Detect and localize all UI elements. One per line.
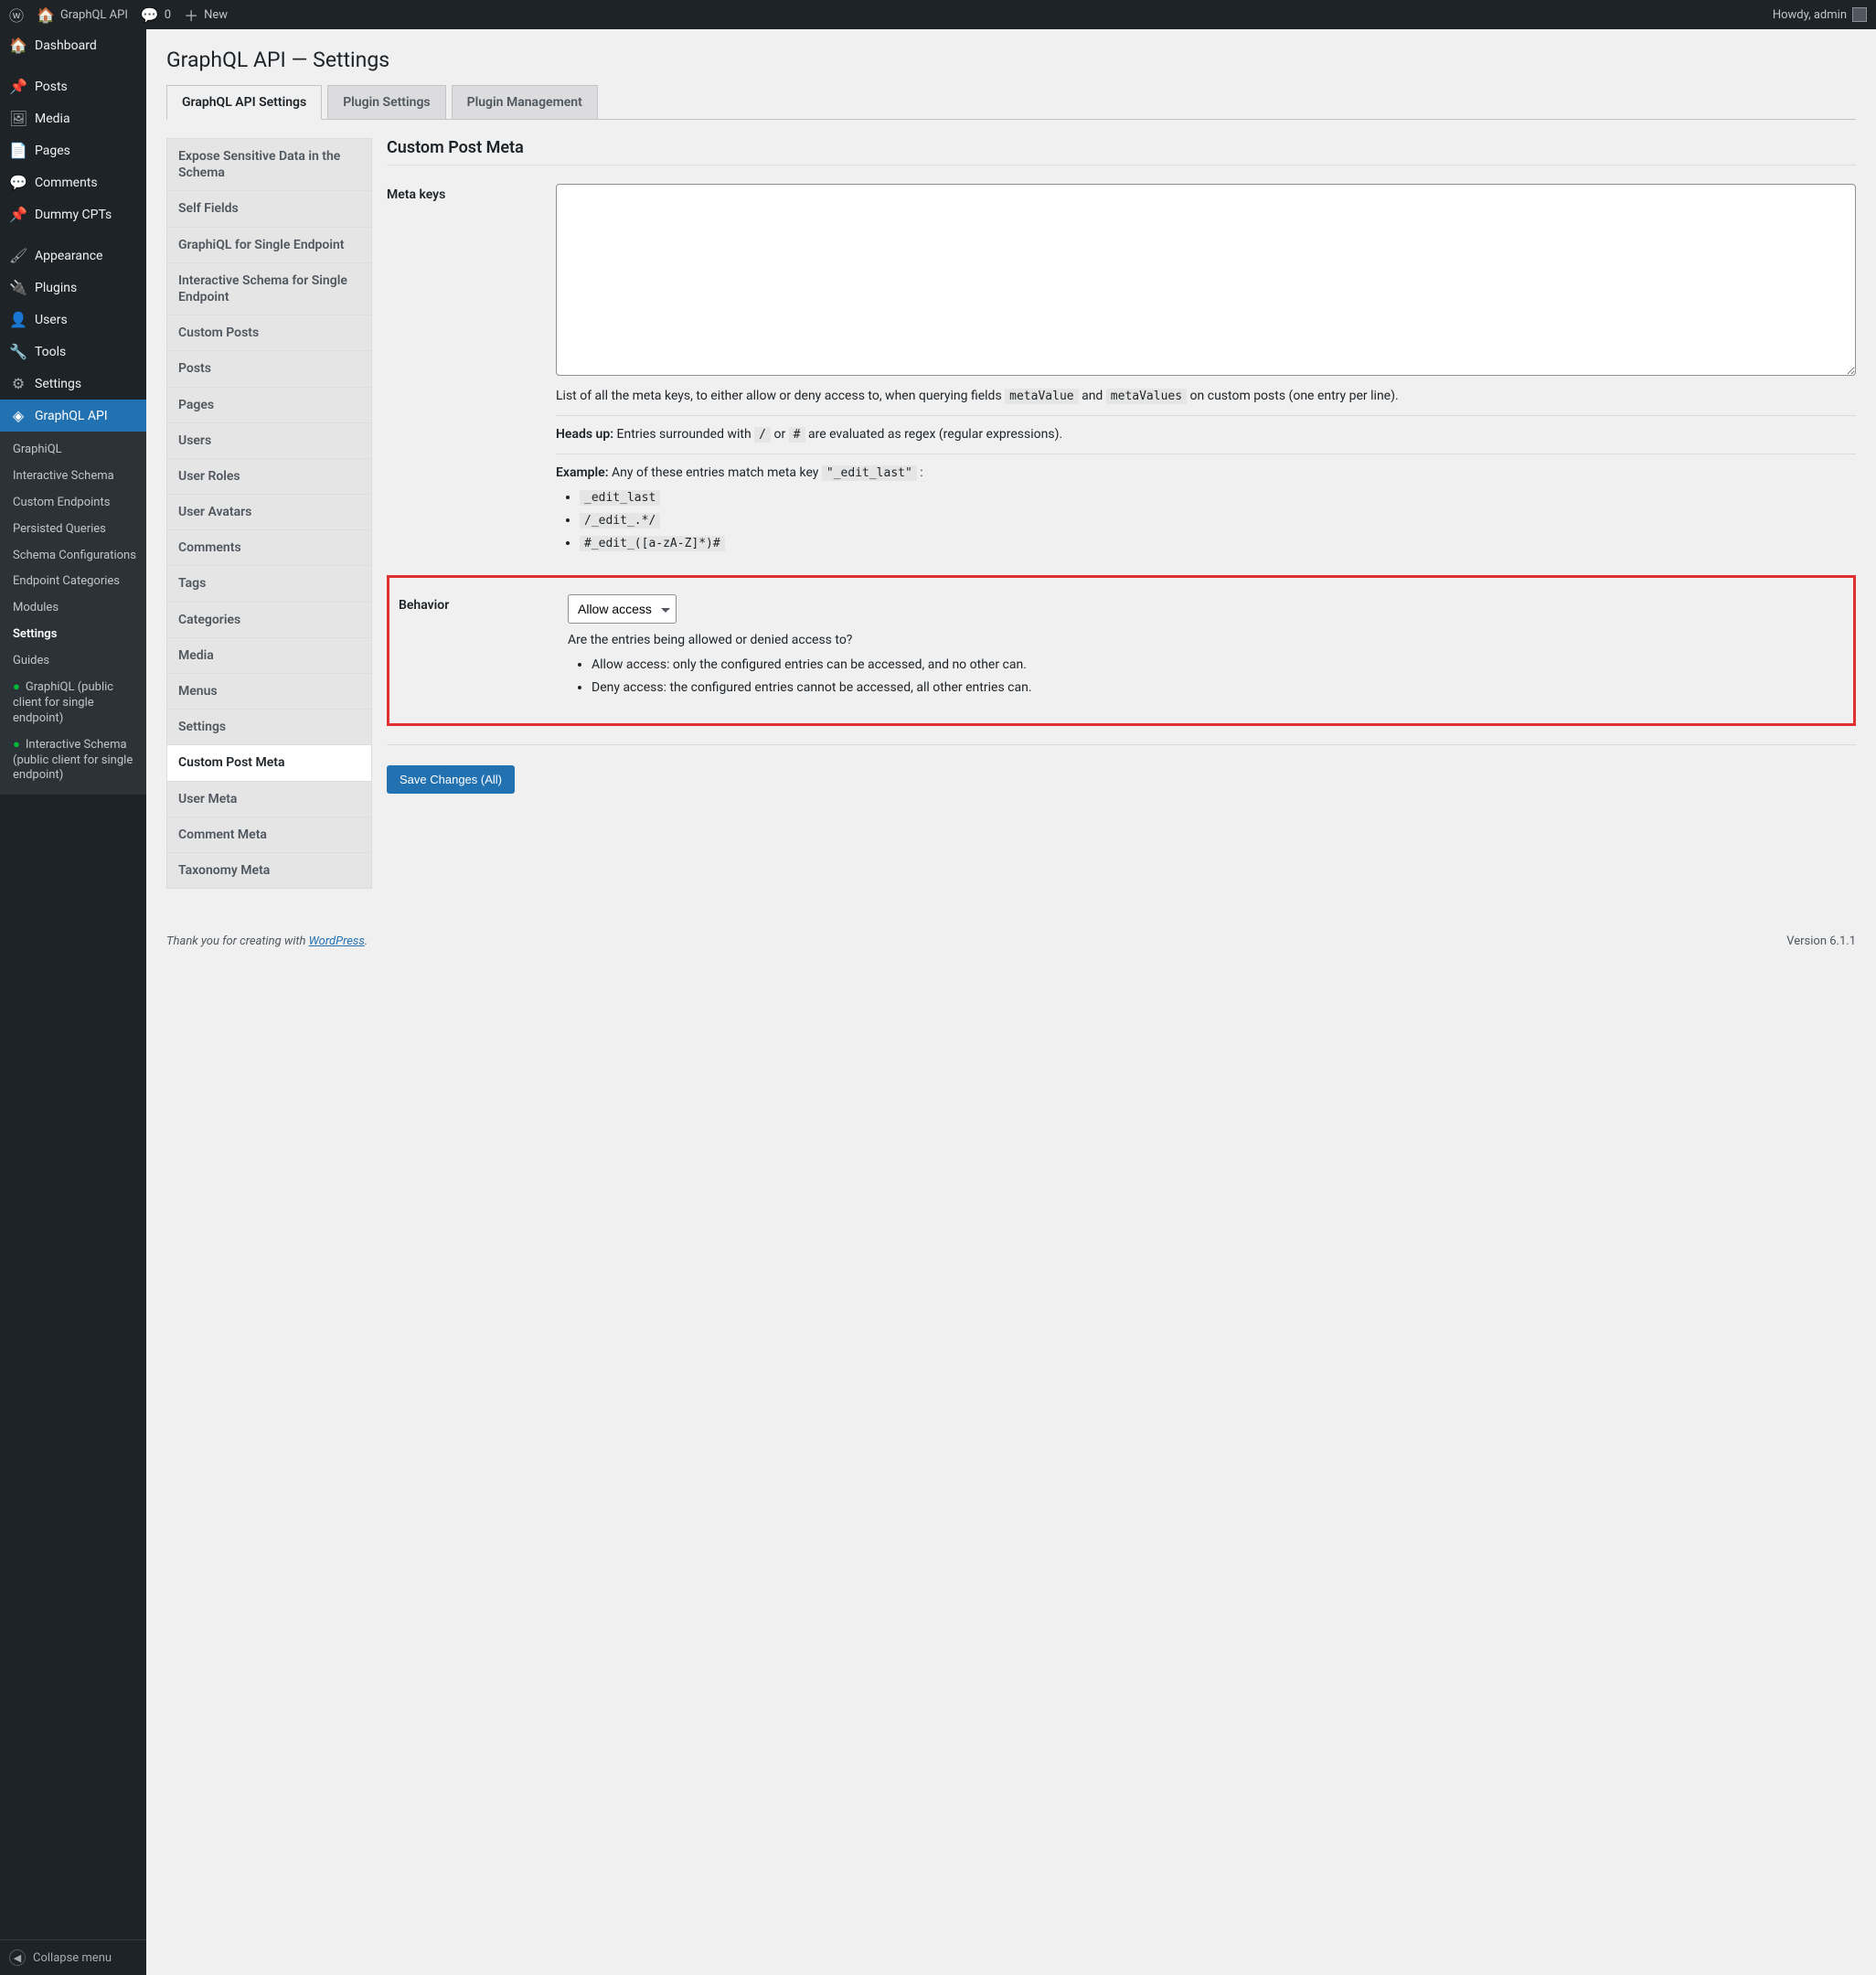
site-home-link[interactable]: 🏠GraphQL API — [37, 6, 128, 24]
sub-guides[interactable]: Guides — [0, 648, 146, 675]
sidebar-item-appearance[interactable]: 🖌Appearance — [0, 240, 146, 272]
howdy-user[interactable]: Howdy, admin — [1773, 7, 1867, 22]
comment-count: 0 — [165, 8, 171, 22]
sidebar-item-dummy-cpts[interactable]: 📌Dummy CPTs — [0, 198, 146, 230]
meta-keys-description: List of all the meta keys, to either all… — [556, 387, 1856, 553]
site-title: GraphQL API — [60, 8, 128, 22]
vtab-interactive-single[interactable]: Interactive Schema for Single Endpoint — [167, 263, 371, 315]
graphql-icon: ◈ — [9, 407, 27, 424]
wordpress-link[interactable]: WordPress — [309, 934, 365, 948]
vtab-user-avatars[interactable]: User Avatars — [167, 495, 371, 530]
behavior-label: Behavior — [399, 594, 568, 701]
sidebar-item-plugins[interactable]: 🔌Plugins — [0, 272, 146, 304]
sub-graphiql-public[interactable]: GraphiQL (public client for single endpo… — [0, 675, 146, 732]
pages-icon: 📄 — [9, 142, 27, 159]
sub-graphiql[interactable]: GraphiQL — [0, 437, 146, 464]
footer-version: Version 6.1.1 — [1786, 934, 1856, 948]
tab-plugin-management[interactable]: Plugin Management — [452, 85, 598, 120]
behavior-bullet-2: Deny access: the configured entries cann… — [592, 678, 1844, 698]
vtab-media[interactable]: Media — [167, 638, 371, 674]
behavior-select[interactable]: Allow access — [568, 594, 677, 624]
collapse-icon: ◀ — [9, 1949, 26, 1966]
meta-keys-label: Meta keys — [387, 184, 556, 557]
sidebar-item-media[interactable]: 🖼Media — [0, 102, 146, 134]
wp-logo-icon[interactable]: ⓦ — [9, 4, 24, 26]
sub-interactive-schema[interactable]: Interactive Schema — [0, 464, 146, 490]
example-item-3: #_edit_([a-zA-Z]*)# — [580, 536, 725, 551]
avatar — [1852, 7, 1867, 22]
vtab-tags[interactable]: Tags — [167, 566, 371, 602]
vtab-graphiql-single[interactable]: GraphiQL for Single Endpoint — [167, 228, 371, 263]
vtab-custom-post-meta[interactable]: Custom Post Meta — [167, 745, 371, 781]
sub-settings[interactable]: Settings — [0, 622, 146, 648]
sidebar-item-users[interactable]: 👤Users — [0, 304, 146, 336]
settings-vertical-tabs: Expose Sensitive Data in the Schema Self… — [166, 138, 372, 889]
dashboard-icon: 🏠 — [9, 37, 27, 54]
new-content-link[interactable]: ＋New — [184, 4, 228, 26]
behavior-description: Are the entries being allowed or denied … — [568, 631, 1844, 698]
footer-thanks: Thank you for creating with WordPress. — [166, 934, 368, 948]
media-icon: 🖼 — [9, 110, 27, 127]
sidebar-item-dashboard[interactable]: 🏠Dashboard — [0, 29, 146, 61]
vtab-menus[interactable]: Menus — [167, 674, 371, 710]
example-item-1: _edit_last — [580, 490, 660, 506]
vtab-expose-sensitive[interactable]: Expose Sensitive Data in the Schema — [167, 139, 371, 191]
sidebar-item-settings[interactable]: ⚙Settings — [0, 368, 146, 400]
sub-modules[interactable]: Modules — [0, 595, 146, 622]
comments-link[interactable]: 💬0 — [141, 6, 171, 24]
sub-interactive-schema-public[interactable]: Interactive Schema (public client for si… — [0, 732, 146, 790]
vtab-comments[interactable]: Comments — [167, 530, 371, 566]
users-icon: 👤 — [9, 311, 27, 328]
example-item-2: /_edit_.*/ — [580, 513, 660, 528]
tab-graphql-api-settings[interactable]: GraphQL API Settings — [166, 85, 322, 120]
vtab-users[interactable]: Users — [167, 423, 371, 459]
vtab-settings[interactable]: Settings — [167, 710, 371, 745]
collapse-menu[interactable]: ◀Collapse menu — [0, 1939, 146, 1975]
comments-icon: 💬 — [9, 174, 27, 191]
sub-schema-configurations[interactable]: Schema Configurations — [0, 543, 146, 570]
appearance-icon: 🖌 — [9, 247, 27, 264]
page-title: GraphQL API — Settings — [166, 48, 1856, 72]
save-changes-button[interactable]: Save Changes (All) — [387, 765, 515, 794]
tab-plugin-settings[interactable]: Plugin Settings — [327, 85, 445, 120]
sidebar-item-tools[interactable]: 🔧Tools — [0, 336, 146, 368]
vtab-user-meta[interactable]: User Meta — [167, 782, 371, 817]
sub-persisted-queries[interactable]: Persisted Queries — [0, 517, 146, 543]
sidebar-item-graphql-api[interactable]: ◈GraphQL API — [0, 400, 146, 432]
meta-keys-textarea[interactable] — [556, 184, 1856, 376]
graphql-submenu: GraphiQL Interactive Schema Custom Endpo… — [0, 432, 146, 795]
vtab-categories[interactable]: Categories — [167, 603, 371, 638]
howdy-text: Howdy, admin — [1773, 8, 1847, 22]
sidebar-item-pages[interactable]: 📄Pages — [0, 134, 146, 166]
vtab-taxonomy-meta[interactable]: Taxonomy Meta — [167, 853, 371, 888]
vtab-self-fields[interactable]: Self Fields — [167, 191, 371, 227]
vtab-pages[interactable]: Pages — [167, 388, 371, 423]
vtab-custom-posts[interactable]: Custom Posts — [167, 315, 371, 351]
behavior-highlight: Behavior Allow access Are the entries be… — [387, 575, 1856, 726]
section-title: Custom Post Meta — [387, 138, 1856, 165]
settings-icon: ⚙ — [9, 375, 27, 392]
posts-icon: 📌 — [9, 78, 27, 95]
settings-tabs: GraphQL API Settings Plugin Settings Plu… — [166, 85, 1856, 120]
tools-icon: 🔧 — [9, 343, 27, 360]
behavior-bullet-1: Allow access: only the configured entrie… — [592, 656, 1844, 675]
pin-icon: 📌 — [9, 206, 27, 223]
vtab-comment-meta[interactable]: Comment Meta — [167, 817, 371, 853]
sidebar-item-posts[interactable]: 📌Posts — [0, 70, 146, 102]
vtab-user-roles[interactable]: User Roles — [167, 459, 371, 495]
plugins-icon: 🔌 — [9, 279, 27, 296]
vtab-posts[interactable]: Posts — [167, 351, 371, 387]
sidebar-item-comments[interactable]: 💬Comments — [0, 166, 146, 198]
sub-endpoint-categories[interactable]: Endpoint Categories — [0, 569, 146, 595]
new-label: New — [204, 8, 228, 22]
sub-custom-endpoints[interactable]: Custom Endpoints — [0, 490, 146, 517]
